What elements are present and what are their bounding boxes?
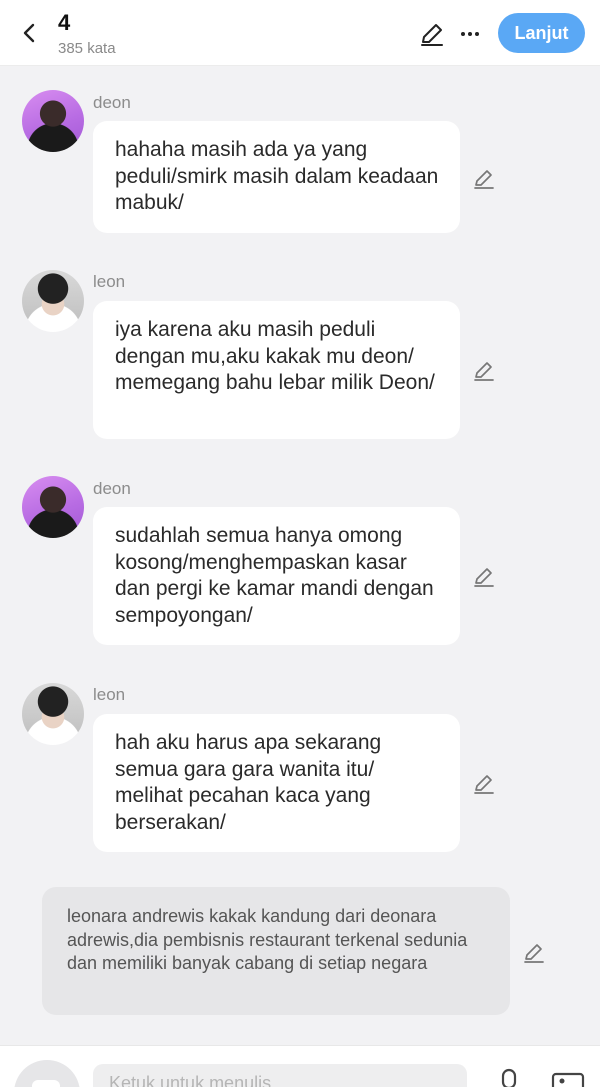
speaker-name: deon (93, 93, 131, 112)
pencil-icon (421, 24, 443, 46)
avatar[interactable] (22, 683, 84, 745)
avatar[interactable] (22, 90, 84, 152)
character-switch-button[interactable] (14, 1060, 80, 1087)
chapter-title: 4 (58, 10, 71, 35)
avatar[interactable] (22, 476, 84, 538)
message-bubble[interactable]: iya karena aku masih peduli dengan mu,ak… (93, 301, 460, 439)
composer-bar: Ketuk untuk menulis (0, 1045, 600, 1087)
microphone-icon[interactable] (496, 1068, 522, 1087)
top-bar: 4 385 kata Lanjut (0, 0, 600, 66)
speaker-name: leon (93, 272, 126, 291)
narration-block[interactable]: leonara andrewis kakak kandung dari deon… (42, 887, 510, 1015)
back-button[interactable] (14, 17, 46, 49)
speaker-name: deon (93, 479, 131, 498)
chevron-left-icon (23, 23, 35, 43)
next-button[interactable]: Lanjut (498, 13, 585, 53)
message-bubble[interactable]: hahaha masih ada ya yang peduli/smirk ma… (93, 121, 460, 233)
more-options-button[interactable] (456, 20, 484, 48)
more-horizontal-icon (461, 32, 465, 36)
speaker-name: leon (93, 685, 126, 704)
message-input[interactable]: Ketuk untuk menulis (93, 1064, 467, 1087)
message-bubble[interactable]: sudahlah semua hanya omong kosong/menghe… (93, 507, 460, 645)
word-count: 385 kata (58, 40, 116, 57)
pencil-icon[interactable] (472, 166, 496, 190)
pencil-icon[interactable] (472, 771, 496, 795)
message-bubble[interactable]: hah aku harus apa sekarang semua gara ga… (93, 714, 460, 852)
pencil-icon[interactable] (472, 564, 496, 588)
edit-title-button[interactable] (418, 20, 446, 48)
pencil-icon[interactable] (522, 940, 546, 964)
image-icon[interactable] (551, 1072, 585, 1087)
pencil-icon[interactable] (472, 358, 496, 382)
avatar[interactable] (22, 270, 84, 332)
